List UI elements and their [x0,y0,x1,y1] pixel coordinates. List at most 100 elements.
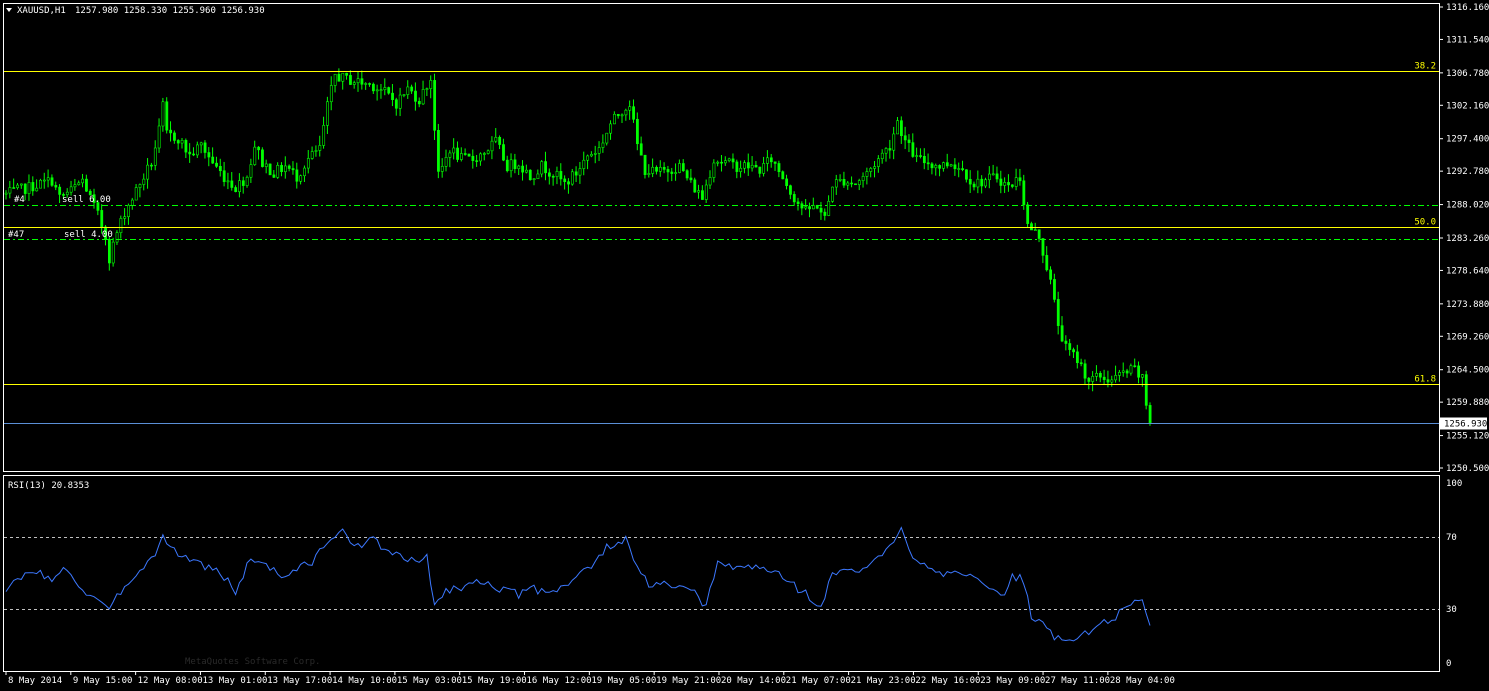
price-axis-label: 1302.160 [1446,101,1489,111]
candle-body [314,150,318,152]
order-1-ticket-label[interactable]: #4 [14,195,25,205]
candle-body [169,129,173,134]
main-panel-frame [3,3,1440,472]
candle-body [115,232,119,243]
candle-body [50,177,54,186]
time-axis-label: 12 May 08:00 [138,676,203,686]
candle-body [884,148,888,154]
candle-body [322,125,326,146]
candle-body [1133,365,1137,368]
candle-body [632,106,635,120]
candle-body [674,172,678,174]
rsi-line [5,526,1151,642]
candle-body [666,169,670,173]
time-axis-label: 8 May 2014 [8,676,62,686]
candle-body [559,171,563,180]
order-2-type-label[interactable]: sell 4.00 [64,230,113,240]
candle-body [555,171,559,177]
candle-body [877,158,880,167]
candle-body [1041,238,1045,256]
candle-body [743,162,746,169]
candle-body [318,145,322,151]
candle-body [27,182,31,194]
candle-body [4,192,8,195]
candle-body [1141,374,1144,378]
candle-body [735,161,739,172]
candle-body [658,167,662,172]
candle-body [1137,365,1141,378]
candle-body [482,153,486,155]
candle-body [379,89,383,91]
price-axis-label: 1283.260 [1446,234,1489,244]
candle-body [207,152,211,158]
candle-body [452,147,456,154]
candle-body [295,169,299,182]
candle-body [1076,351,1079,363]
candle-body [157,125,161,149]
candle-body [161,101,165,127]
candle-body [20,183,23,186]
candle-body [471,155,475,161]
chart-canvas[interactable]: 38.2 50.0 61.8 1316.160 1311.540 1306.780 130… [0,0,1489,688]
candle-body [1125,370,1129,374]
candle-body [54,185,58,188]
candle-body [528,169,532,181]
candle-body [796,201,800,204]
candle-body [915,155,919,157]
candle-body [303,167,306,177]
candle-body [130,199,134,206]
candle-body [570,171,574,185]
candle-body [724,160,727,164]
candle-body [907,139,911,143]
candle-body [984,179,987,187]
time-axis-label: 9 May 15:00 [73,676,133,686]
candle-body [1102,376,1106,380]
candle-body [582,159,586,169]
mt4-chart-window[interactable]: 38.2 50.0 61.8 1316.160 1311.540 1306.780 130… [0,0,1489,688]
candle-body [272,174,276,178]
fib-level-label: 50.0 [1414,218,1436,228]
candle-body [261,149,264,167]
candle-body [417,101,421,105]
time-axis-label: 21 May 07:00 [786,676,851,686]
candle-body [819,207,823,213]
candle-body [486,150,490,154]
order-2-ticket-label[interactable]: #47 [8,230,24,240]
candle-body [551,175,555,178]
candle-body [965,169,968,180]
candle-body [804,206,808,209]
candle-body [624,109,628,116]
candle-body [142,178,146,185]
candle-body [341,72,345,82]
candle-body [953,164,957,170]
price-axis-label: 1306.780 [1446,69,1489,79]
candle-body [781,171,785,180]
candle-body [777,163,781,173]
candle-body [349,75,352,85]
candle-body [364,83,368,85]
candle-body [609,123,613,134]
candle-body [597,147,601,154]
candle-body [222,170,226,182]
candle-body [406,86,410,95]
candle-body [119,218,123,233]
time-axis-label: 23 May 09:00 [980,676,1045,686]
candle-body [463,153,467,155]
order-1-type-label[interactable]: sell 6.00 [62,195,111,205]
candle-body [429,80,433,89]
candle-body [685,170,689,179]
candle-body [42,179,46,182]
candle-body [1110,379,1114,383]
time-axis-label: 14 May 10:00 [332,676,397,686]
candle-body [368,83,371,85]
candle-body [720,161,723,164]
time-axis-label: 13 May 17:00 [267,676,332,686]
candle-body [203,142,207,153]
chart-menu-triangle-icon[interactable] [6,8,12,12]
time-axis-label: 15 May 03:00 [397,676,462,686]
candle-body [1014,177,1018,187]
price-axis-label: 1316.160 [1446,3,1489,13]
candle-body [394,99,398,109]
candle-body [1095,373,1098,377]
candle-body [662,167,666,170]
